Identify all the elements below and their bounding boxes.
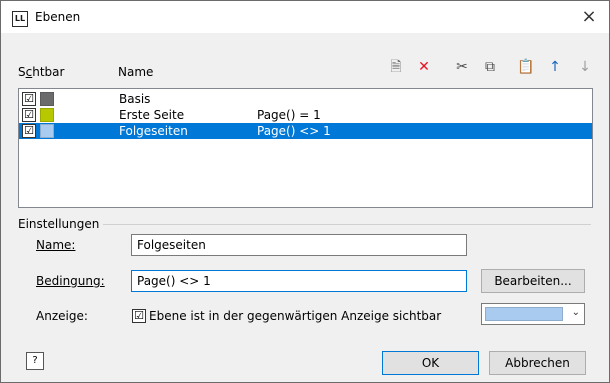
group-divider (103, 224, 591, 225)
visible-checkbox[interactable]: ☑ (22, 124, 36, 138)
new-layer-icon[interactable]: 🗎 (386, 57, 406, 77)
layer-name: Erste Seite (119, 108, 185, 122)
window-title: Ebenen (35, 10, 81, 24)
layer-row[interactable]: ☑ Erste Seite Page() = 1 (19, 107, 592, 123)
copy-icon[interactable]: ⧉ (480, 57, 500, 77)
color-select[interactable]: ⌄ (481, 303, 585, 325)
visible-checkbox[interactable]: ☑ (22, 92, 36, 106)
layer-list[interactable]: ☑ Basis ☑ Erste Seite Page() = 1 ☑ Folge… (18, 88, 593, 208)
name-label: Name: (36, 238, 76, 252)
layer-condition: Page() <> 1 (257, 124, 331, 138)
layer-color-swatch (40, 124, 54, 138)
display-label: Anzeige: (36, 309, 88, 323)
layer-name: Basis (119, 92, 151, 106)
move-down-icon[interactable]: ↓ (575, 57, 595, 77)
move-up-icon[interactable]: ↑ (545, 57, 565, 77)
visible-checkbox[interactable]: ☑ (22, 108, 36, 122)
cancel-button[interactable]: Abbrechen (489, 351, 586, 375)
ok-button[interactable]: OK (382, 351, 479, 375)
settings-group-label: Einstellungen (18, 217, 100, 231)
name-input[interactable]: Folgeseiten (131, 234, 467, 256)
paste-icon[interactable]: 📋 (516, 57, 536, 77)
column-header-visible: Schtbar (18, 65, 65, 79)
layer-color-swatch (40, 108, 54, 122)
layer-color-swatch (40, 92, 54, 106)
title-bar: LL Ebenen × (1, 1, 609, 33)
chevron-down-icon: ⌄ (571, 307, 580, 318)
display-checkbox-label: Ebene ist in der gegenwärtigen Anzeige s… (149, 309, 442, 323)
layer-row-selected[interactable]: ☑ Folgeseiten Page() <> 1 (19, 123, 592, 139)
layer-name: Folgeseiten (119, 124, 188, 138)
cut-icon[interactable]: ✂ (452, 57, 472, 77)
condition-input[interactable]: Page() <> 1 (131, 270, 467, 292)
layers-dialog: LL Ebenen × Schtbar Name 🗎 ✕ ✂ ⧉ 📋 ↑ ↓ ☑… (0, 0, 610, 383)
display-checkbox[interactable]: ☑ (132, 309, 146, 323)
app-icon: LL (12, 11, 28, 27)
column-header-name: Name (118, 65, 154, 79)
layer-row[interactable]: ☑ Basis (19, 91, 592, 107)
condition-label: Bedingung: (36, 274, 105, 288)
edit-button[interactable]: Bearbeiten... (481, 269, 585, 293)
help-icon[interactable]: ? (26, 352, 44, 370)
layer-condition: Page() = 1 (257, 108, 321, 122)
color-select-fill (485, 307, 563, 321)
close-button[interactable]: × (569, 1, 609, 33)
delete-icon[interactable]: ✕ (414, 57, 434, 77)
